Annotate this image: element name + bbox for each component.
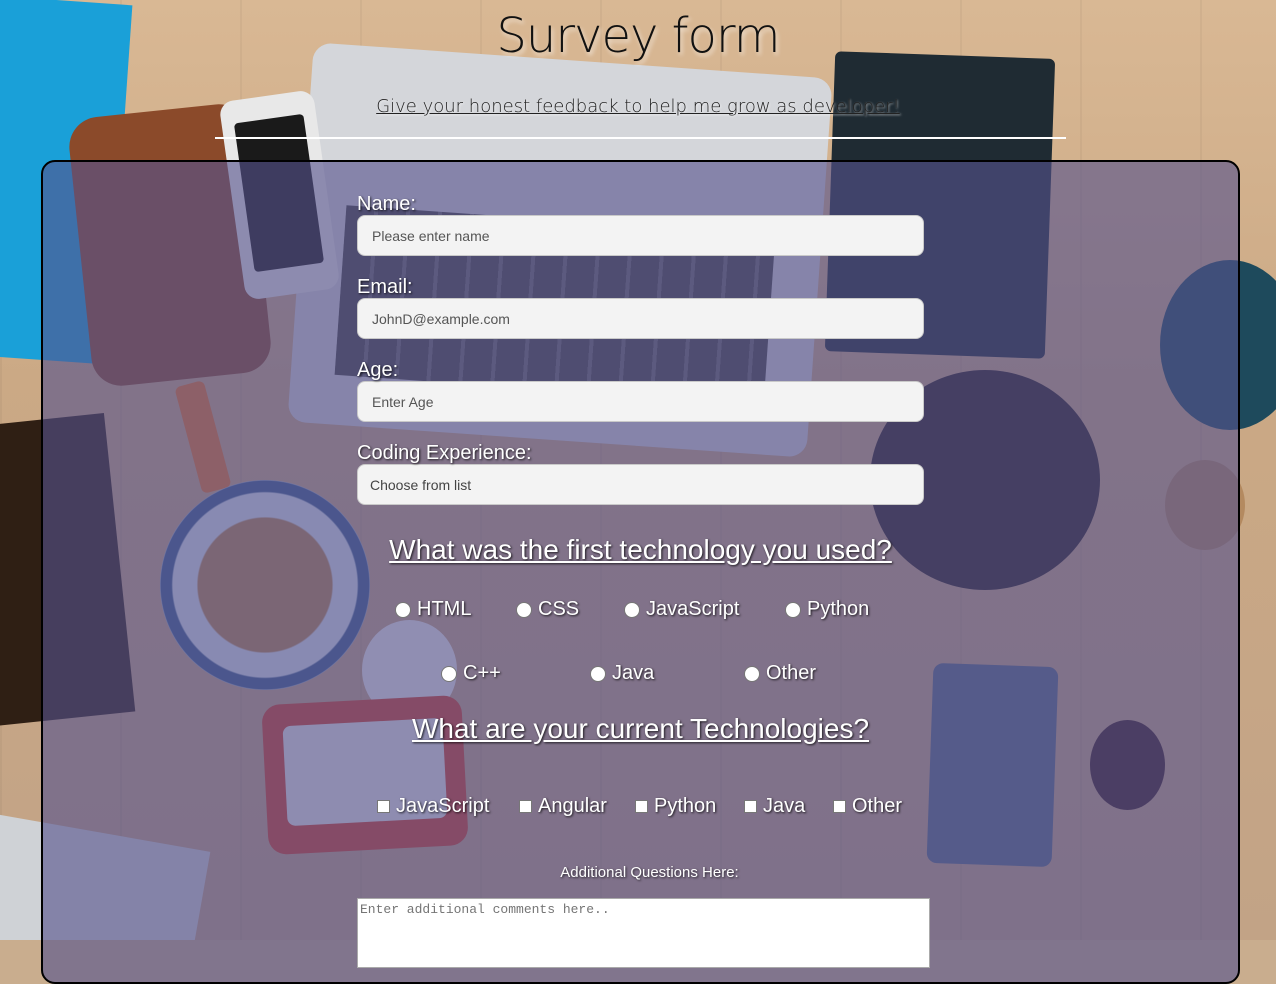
checkbox[interactable] bbox=[833, 800, 846, 813]
page-title: Survey form bbox=[496, 8, 780, 64]
option-label: JavaScript bbox=[646, 598, 740, 620]
age-label: Age: bbox=[357, 359, 399, 381]
experience-selected-value: Choose from list bbox=[370, 476, 472, 493]
first-tech-question: What was the first technology you used? bbox=[389, 534, 892, 565]
option-label: Java bbox=[763, 795, 806, 817]
first-tech-option-other[interactable]: Other bbox=[744, 662, 816, 685]
radio-button[interactable] bbox=[744, 665, 760, 682]
email-input[interactable] bbox=[370, 309, 911, 328]
email-input-box bbox=[357, 298, 924, 339]
name-input[interactable] bbox=[370, 226, 911, 245]
email-field-group: Email: bbox=[357, 276, 925, 339]
radio-button[interactable] bbox=[441, 665, 457, 682]
checkbox[interactable] bbox=[377, 800, 390, 813]
radio-button[interactable] bbox=[590, 665, 606, 682]
checkbox[interactable] bbox=[744, 800, 757, 813]
option-label: Java bbox=[612, 662, 655, 684]
option-label: C++ bbox=[463, 662, 501, 684]
first-tech-option-python[interactable]: Python bbox=[785, 598, 869, 621]
first-tech-option-css[interactable]: CSS bbox=[516, 598, 579, 621]
option-label: Other bbox=[852, 795, 903, 817]
first-tech-option-javascript[interactable]: JavaScript bbox=[624, 598, 739, 621]
additional-questions-label: Additional Questions Here: bbox=[560, 864, 739, 881]
current-tech-option-java[interactable]: Java bbox=[744, 795, 805, 818]
name-field-group: Name: bbox=[357, 193, 925, 256]
radio-button[interactable] bbox=[624, 601, 640, 618]
first-tech-option-cpp[interactable]: C++ bbox=[441, 662, 501, 685]
option-label: HTML bbox=[417, 598, 472, 620]
radio-button[interactable] bbox=[785, 601, 801, 618]
option-label: Other bbox=[766, 662, 817, 684]
option-label: CSS bbox=[538, 598, 580, 620]
option-label: JavaScript bbox=[396, 795, 490, 817]
radio-button[interactable] bbox=[395, 601, 411, 618]
option-label: Angular bbox=[538, 795, 607, 817]
current-tech-option-other[interactable]: Other bbox=[833, 795, 902, 818]
current-tech-question: What are your current Technologies? bbox=[411, 713, 870, 744]
current-tech-option-python[interactable]: Python bbox=[635, 795, 716, 818]
page-subtitle: Give your honest feedback to help me gro… bbox=[376, 96, 900, 117]
checkbox[interactable] bbox=[519, 800, 532, 813]
header-divider bbox=[215, 137, 1066, 139]
current-tech-option-angular[interactable]: Angular bbox=[519, 795, 607, 818]
first-tech-option-java[interactable]: Java bbox=[590, 662, 654, 685]
first-tech-option-html[interactable]: HTML bbox=[395, 598, 471, 621]
option-label: Python bbox=[654, 795, 717, 817]
additional-comments-textarea[interactable] bbox=[357, 898, 930, 968]
experience-select[interactable]: Choose from list bbox=[357, 464, 924, 505]
age-input[interactable] bbox=[370, 392, 911, 411]
option-label: Python bbox=[807, 598, 870, 620]
experience-label: Coding Experience: bbox=[357, 442, 532, 464]
name-input-box bbox=[357, 215, 924, 256]
survey-form: Name: Email: Age: Coding Experience: Cho… bbox=[41, 160, 1240, 984]
email-label: Email: bbox=[357, 276, 413, 298]
checkbox[interactable] bbox=[635, 800, 648, 813]
name-label: Name: bbox=[357, 193, 416, 215]
experience-field-group: Coding Experience: Choose from list bbox=[357, 442, 925, 505]
age-input-box bbox=[357, 381, 924, 422]
page-header: Survey form Give your honest feedback to… bbox=[0, 0, 1276, 160]
radio-button[interactable] bbox=[516, 601, 532, 618]
age-field-group: Age: bbox=[357, 359, 925, 422]
current-tech-option-javascript[interactable]: JavaScript bbox=[377, 795, 489, 818]
